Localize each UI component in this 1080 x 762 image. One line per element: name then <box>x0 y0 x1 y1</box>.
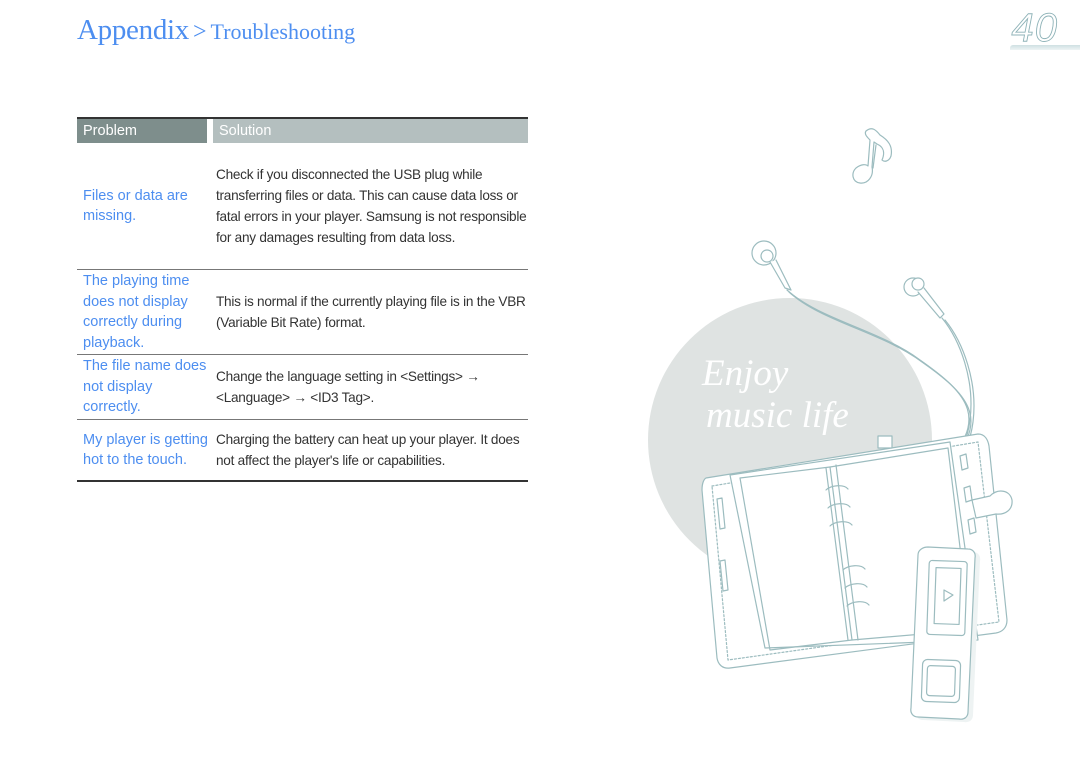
column-header-solution: Solution <box>213 119 528 143</box>
table-row: The playing time does not display correc… <box>77 270 528 355</box>
solution-cell: Check if you disconnected the USB plug w… <box>216 167 527 245</box>
column-header-problem: Problem <box>77 119 207 143</box>
problem-cell: My player is getting hot to the touch. <box>83 431 208 469</box>
page-number-rule <box>1010 45 1080 50</box>
problem-cell: The playing time does not display correc… <box>83 273 190 351</box>
tagline-line-1: Enjoy <box>702 353 789 394</box>
music-note-icon <box>852 128 893 184</box>
subsection-title: Troubleshooting <box>210 19 356 44</box>
table-row: My player is getting hot to the touch. C… <box>77 420 528 482</box>
breadcrumb-separator: > <box>192 19 207 45</box>
tagline-line-2: music life <box>706 395 849 436</box>
section-title: Appendix <box>77 14 189 46</box>
problem-cell: Files or data are missing. <box>83 187 188 225</box>
table-header: Problem Solution <box>77 117 528 143</box>
solution-cell: Charging the battery can heat up your pl… <box>216 432 520 468</box>
mp3-player-icon <box>910 546 981 723</box>
troubleshooting-table: Problem Solution Files or data are missi… <box>77 117 528 482</box>
problem-cell: The file name does not display correctly… <box>83 358 207 416</box>
solution-cell: This is normal if the currently playing … <box>216 294 526 330</box>
solution-cell: Change the language setting in <Settings… <box>216 369 480 405</box>
table-row: Files or data are missing. Check if you … <box>77 143 528 270</box>
page-title: Appendix > Troubleshooting <box>77 14 355 47</box>
table-row: The file name does not display correctly… <box>77 355 528 420</box>
